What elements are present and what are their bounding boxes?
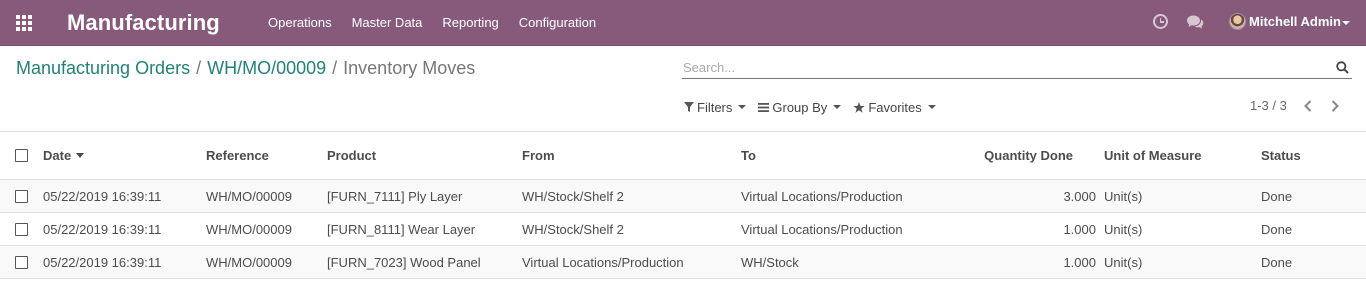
row-checkbox[interactable] bbox=[15, 190, 28, 203]
chevron-down-icon bbox=[833, 105, 842, 109]
cell-unit-of-measure: Unit(s) bbox=[1104, 254, 1143, 270]
chevron-down-icon bbox=[927, 105, 936, 109]
row-checkbox[interactable] bbox=[15, 256, 28, 269]
cell-quantity-done: 3.000 bbox=[1063, 188, 1096, 204]
cell-to: Virtual Locations/Production bbox=[741, 188, 903, 204]
breadcrumb-manufacturing-orders[interactable]: Manufacturing Orders bbox=[16, 58, 190, 78]
cell-unit-of-measure: Unit(s) bbox=[1104, 188, 1143, 204]
column-header-to[interactable]: To bbox=[741, 132, 756, 179]
breadcrumb-current: Inventory Moves bbox=[343, 58, 476, 78]
column-header-product[interactable]: Product bbox=[327, 132, 376, 179]
cell-product: [FURN_8111] Wear Layer bbox=[327, 221, 476, 237]
pager-value[interactable]: 1-3 / 3 bbox=[1250, 98, 1287, 113]
user-menu-caret-icon[interactable] bbox=[1342, 21, 1350, 25]
cell-date: 05/22/2019 16:39:11 bbox=[43, 221, 162, 237]
menu-item-reporting[interactable]: Reporting bbox=[432, 0, 508, 46]
cell-unit-of-measure: Unit(s) bbox=[1104, 221, 1143, 237]
column-header-quantity-done[interactable]: Quantity Done bbox=[960, 132, 1073, 179]
column-header-date[interactable]: Date bbox=[43, 132, 85, 179]
cell-quantity-done: 1.000 bbox=[1063, 254, 1096, 270]
chevron-right-icon[interactable] bbox=[1329, 98, 1341, 114]
moves-table: Date Reference Product From To Quantity … bbox=[0, 131, 1366, 279]
cell-quantity-done: 1.000 bbox=[1063, 221, 1096, 237]
table-header: Date Reference Product From To Quantity … bbox=[0, 132, 1366, 180]
cell-from: WH/Stock/Shelf 2 bbox=[522, 221, 624, 237]
search-bar bbox=[682, 57, 1352, 79]
search-input[interactable] bbox=[683, 58, 1323, 76]
chat-icon[interactable] bbox=[1186, 14, 1204, 30]
filters-dropdown[interactable]: Filters bbox=[684, 98, 747, 116]
menu-item-operations[interactable]: Operations bbox=[258, 0, 342, 46]
user-name[interactable]: Mitchell Admin bbox=[1249, 14, 1341, 29]
cell-date: 05/22/2019 16:39:11 bbox=[43, 254, 162, 270]
breadcrumb-mo-record[interactable]: WH/MO/00009 bbox=[207, 58, 326, 78]
cell-product: [FURN_7023] Wood Panel bbox=[327, 254, 481, 270]
table-row[interactable]: 05/22/2019 16:39:11 WH/MO/00009 [FURN_71… bbox=[0, 180, 1366, 213]
app-brand[interactable]: Manufacturing bbox=[67, 10, 220, 36]
favorites-label: Favorites bbox=[868, 99, 922, 115]
column-header-unit-of-measure[interactable]: Unit of Measure bbox=[1104, 132, 1202, 179]
sort-descending-icon bbox=[76, 153, 85, 158]
cell-reference: WH/MO/00009 bbox=[206, 221, 292, 237]
column-header-reference[interactable]: Reference bbox=[206, 132, 269, 179]
cell-reference: WH/MO/00009 bbox=[206, 188, 292, 204]
column-header-date-label: Date bbox=[43, 148, 72, 163]
apps-grid-icon[interactable] bbox=[16, 15, 34, 31]
favorites-dropdown[interactable]: Favorites bbox=[853, 98, 936, 116]
cell-reference: WH/MO/00009 bbox=[206, 254, 292, 270]
search-options: Filters Group By Favorites bbox=[684, 98, 948, 116]
column-header-from[interactable]: From bbox=[522, 132, 555, 179]
cell-to: Virtual Locations/Production bbox=[741, 221, 903, 237]
breadcrumb: Manufacturing Orders / WH/MO/00009/Invento… bbox=[16, 58, 475, 79]
table-row[interactable]: 05/22/2019 16:39:11 WH/MO/00009 [FURN_70… bbox=[0, 246, 1366, 279]
group-by-dropdown[interactable]: Group By bbox=[758, 98, 842, 116]
cell-status: Done bbox=[1261, 254, 1293, 270]
row-checkbox[interactable] bbox=[15, 223, 28, 236]
filters-label: Filters bbox=[697, 99, 733, 115]
breadcrumb-separator: / bbox=[196, 58, 202, 78]
star-icon bbox=[853, 101, 865, 113]
chevron-down-icon bbox=[738, 105, 747, 109]
chevron-left-icon[interactable] bbox=[1302, 98, 1314, 114]
top-navbar: Manufacturing Operations Master Data Rep… bbox=[0, 0, 1366, 46]
cell-from: Virtual Locations/Production bbox=[522, 254, 684, 270]
clock-icon[interactable] bbox=[1153, 14, 1168, 29]
search-icon[interactable] bbox=[1336, 61, 1349, 74]
table-row[interactable]: 05/22/2019 16:39:11 WH/MO/00009 [FURN_81… bbox=[0, 213, 1366, 246]
menu-item-master-data[interactable]: Master Data bbox=[342, 0, 433, 46]
breadcrumb-separator: / bbox=[332, 58, 338, 78]
group-by-label: Group By bbox=[772, 99, 828, 115]
select-all-checkbox[interactable] bbox=[15, 149, 28, 162]
user-avatar[interactable] bbox=[1229, 13, 1246, 30]
column-header-status[interactable]: Status bbox=[1261, 132, 1301, 179]
cell-to: WH/Stock bbox=[741, 254, 799, 270]
main-menu: Operations Master Data Reporting Configu… bbox=[258, 0, 606, 46]
cell-date: 05/22/2019 16:39:11 bbox=[43, 188, 162, 204]
cell-from: WH/Stock/Shelf 2 bbox=[522, 188, 624, 204]
cell-status: Done bbox=[1261, 188, 1293, 204]
menu-item-configuration[interactable]: Configuration bbox=[509, 0, 606, 46]
filter-icon bbox=[684, 102, 694, 112]
list-icon bbox=[758, 102, 770, 112]
cell-product: [FURN_7111] Ply Layer bbox=[327, 188, 463, 204]
cell-status: Done bbox=[1261, 221, 1293, 237]
